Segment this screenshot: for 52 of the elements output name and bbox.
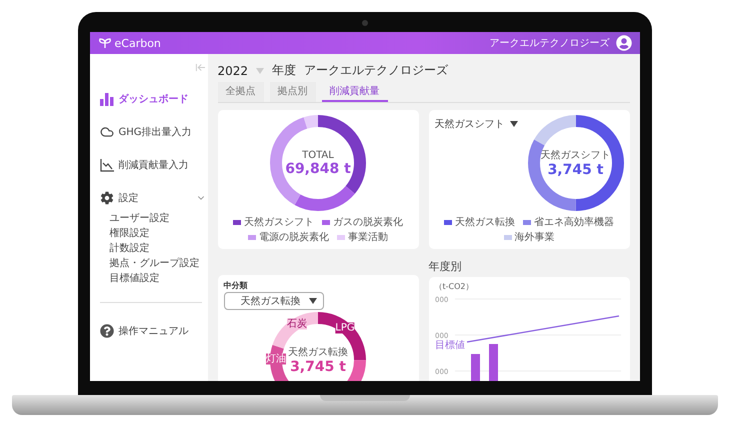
caret-icon [308, 298, 316, 304]
tab[interactable]: 拠点別 [270, 82, 316, 102]
tab[interactable]: 削減貢献量 [322, 82, 388, 102]
donut-center-value: 3,745 t [548, 162, 604, 178]
sidebar-item[interactable]: ダッシュボード [100, 91, 206, 107]
caret-icon [256, 68, 264, 74]
camera-dot [362, 20, 368, 26]
sidebar-subitem[interactable]: 計数設定 [110, 241, 206, 256]
donut-center-label: 天然ガス転換 [288, 346, 348, 359]
leaf-logo-icon [98, 38, 112, 48]
legend-label: 事業活動 [348, 230, 388, 244]
segment-label: 灯油 [266, 353, 286, 364]
legend-label: 海外事業 [514, 230, 554, 244]
unit-label: （t-CO2） [434, 281, 474, 292]
donut-center-value: 3,745 t [290, 359, 346, 375]
sidebar-subitem[interactable]: ユーザー設定 [110, 211, 206, 226]
caret-icon [510, 121, 518, 127]
tab[interactable]: 全拠点 [218, 82, 264, 102]
target-label: 目標値 [434, 340, 464, 351]
account-name: アークエルテクノロジーズ [490, 37, 610, 50]
legend-label: 天然ガス転換 [455, 216, 515, 229]
category-select[interactable]: 天然ガス転換 [224, 292, 324, 310]
bar-chart-icon [100, 92, 114, 106]
year-suffix: 年度 [272, 62, 296, 79]
avatar-icon[interactable] [616, 35, 632, 51]
sidebar-item[interactable]: GHG排出量入力 [100, 124, 206, 140]
declining-chart-icon [100, 158, 114, 172]
segment-label: 石炭 [287, 318, 307, 330]
settings-icon [100, 191, 114, 205]
section-title: 年度別 [428, 259, 462, 275]
bar-chart-drawing [470, 344, 498, 381]
donut-center-label: 天然ガスシフト [540, 149, 610, 162]
sidebar-item[interactable]: 操作マニュアル [100, 323, 206, 339]
legend-label: 電源の脱炭素化 [259, 230, 329, 244]
category-dropdown[interactable]: 天然ガスシフト [434, 117, 504, 131]
help-icon [100, 324, 114, 338]
legend-label: ガスの脱炭素化 [333, 216, 403, 229]
logo-text: eCarbon [114, 36, 161, 50]
sidebar-item[interactable]: 設定 [100, 190, 206, 206]
sidebar-subitem[interactable]: 権限設定 [110, 226, 206, 241]
donut-center-label: TOTAL [302, 150, 334, 160]
legend-label: 省エネ高効率機器 [534, 216, 614, 229]
sidebar-subitem[interactable]: 拠点・グループ設定 [110, 256, 206, 271]
company-name: アークエルテクノロジーズ [304, 62, 448, 79]
legend-label: 天然ガスシフト [244, 216, 314, 229]
cloud-icon [100, 125, 114, 139]
sidebar-subitem[interactable]: 目標値設定 [110, 271, 206, 286]
filter-label: 中分類 [224, 280, 248, 291]
year-select[interactable]: 2022 [218, 64, 248, 78]
sidebar-item[interactable]: 削減貢献量入力 [100, 157, 206, 173]
segment-label: LPG [335, 322, 355, 334]
donut-center-value: 69,848 t [285, 160, 351, 176]
